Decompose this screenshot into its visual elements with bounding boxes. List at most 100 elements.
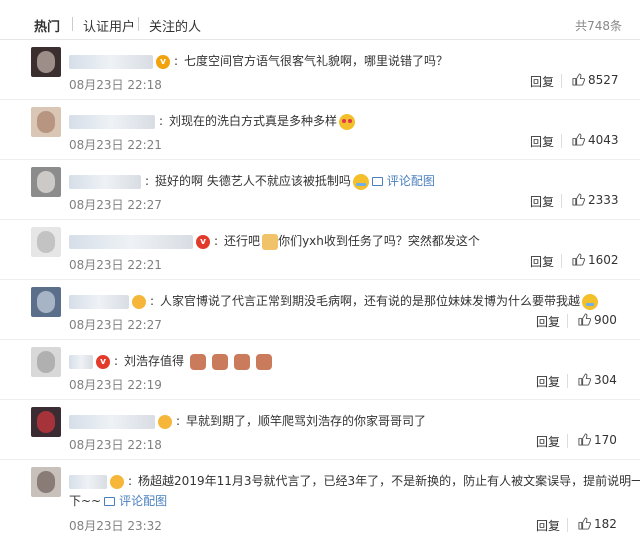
tab-hot[interactable]: 热门 <box>34 16 60 35</box>
reply-button[interactable]: 回复 <box>530 253 554 270</box>
action-divider <box>567 434 568 448</box>
tab-following[interactable]: 关注的人 <box>149 16 201 35</box>
avatar[interactable] <box>31 287 61 317</box>
comment-text: 七度空间官方语气很客气礼貌啊，哪里说错了吗？ <box>184 54 449 68</box>
comment-total-count: 共748条 <box>575 19 622 33</box>
action-divider <box>561 134 562 148</box>
like-button[interactable]: 1602 <box>572 253 619 267</box>
picture-icon <box>371 177 383 186</box>
comment-time: 08月23日 22:21 <box>69 138 162 152</box>
comment-text-continued: 下~~ <box>69 494 102 508</box>
comment-item: : 刘现在的洗白方式真是多种多样 08月23日 22:21 回复 4043 <box>0 100 640 160</box>
comment-time: 08月23日 22:18 <box>69 438 162 452</box>
emoji-icon <box>262 233 279 250</box>
comment-item: : 早就到期了，顺竿爬骂刘浩存的你家哥哥司了 08月23日 22:18 回复 17… <box>0 400 640 460</box>
reply-button[interactable]: 回复 <box>536 517 560 534</box>
comment-text: 杨超越2019年11月3号就代言了，已经3年了，不是新换的，防止有人被文案误导，… <box>138 474 640 488</box>
vip-badge-icon: v <box>96 354 110 369</box>
like-count: 182 <box>594 517 617 531</box>
reply-button[interactable]: 回复 <box>530 193 554 210</box>
action-divider <box>561 194 562 208</box>
tab-verified-users[interactable]: 认证用户 <box>83 16 135 35</box>
comment-text: 还行吧 <box>224 234 261 248</box>
comment-text: 挺好的啊 失德艺人不就应该被抵制吗 <box>155 174 351 188</box>
like-count: 304 <box>594 373 617 387</box>
action-divider <box>561 74 562 88</box>
comment-item: v: 还行吧 你们yxh收到任务了吗？突然都发这个 08月23日 22:21 回复 … <box>0 220 640 280</box>
like-button[interactable]: 8527 <box>572 73 619 87</box>
vip-badge-icon <box>132 294 146 309</box>
comment-time: 08月23日 23:32 <box>69 519 162 533</box>
reply-button[interactable]: 回复 <box>536 433 560 450</box>
avatar[interactable] <box>31 227 61 257</box>
avatar[interactable] <box>31 347 61 377</box>
avatar[interactable] <box>31 467 61 497</box>
emoji-icon <box>352 173 369 190</box>
like-button[interactable]: 170 <box>578 433 617 447</box>
username[interactable] <box>69 294 129 309</box>
comment-image-link[interactable]: 评论配图 <box>119 494 167 508</box>
comment-time: 08月23日 22:21 <box>69 258 162 272</box>
username[interactable] <box>69 54 153 69</box>
comment-tabs: 热门 认证用户 关注的人 共748条 <box>0 0 640 40</box>
tab-divider <box>138 17 139 31</box>
reply-button[interactable]: 回复 <box>530 133 554 150</box>
thumbs-up-icon <box>572 73 585 86</box>
action-divider <box>567 374 568 388</box>
picture-icon <box>104 497 116 506</box>
comment-text: 刘现在的洗白方式真是多种多样 <box>169 114 338 128</box>
username[interactable] <box>69 354 93 369</box>
comment-item: : 挺好的啊 失德艺人不就应该被抵制吗 评论配图 08月23日 22:27 回复 2… <box>0 160 640 220</box>
emoji-icon <box>190 353 207 370</box>
emoji-icon <box>212 353 229 370</box>
comment-time: 08月23日 22:18 <box>69 78 162 92</box>
vip-badge-icon <box>158 414 172 429</box>
comment-item: : 人家官博说了代言正常到期没毛病啊，还有说的是那位妹妹发博为什么要带我越 08月… <box>0 280 640 340</box>
thumbs-up-icon <box>578 517 591 530</box>
comment-image-link[interactable]: 评论配图 <box>387 174 435 188</box>
like-count: 1602 <box>588 253 619 267</box>
comment-text: 早就到期了，顺竿爬骂刘浩存的你家哥哥司了 <box>186 414 427 428</box>
thumbs-up-icon <box>572 193 585 206</box>
comment-item: v: 七度空间官方语气很客气礼貌啊，哪里说错了吗？ 08月23日 22:18 回复… <box>0 40 640 100</box>
reply-button[interactable]: 回复 <box>536 373 560 390</box>
emoji-icon <box>234 353 251 370</box>
like-count: 2333 <box>588 193 619 207</box>
tab-divider <box>72 17 73 31</box>
action-divider <box>567 518 568 532</box>
username[interactable] <box>69 114 155 129</box>
like-button[interactable]: 182 <box>578 517 617 531</box>
like-count: 4043 <box>588 133 619 147</box>
username[interactable] <box>69 174 141 189</box>
avatar[interactable] <box>31 167 61 197</box>
username[interactable] <box>69 414 155 429</box>
vip-badge-icon: v <box>196 234 210 249</box>
like-count: 900 <box>594 313 617 327</box>
thumbs-up-icon <box>572 133 585 146</box>
username[interactable] <box>69 474 107 489</box>
like-button[interactable]: 304 <box>578 373 617 387</box>
reply-button[interactable]: 回复 <box>536 313 560 330</box>
action-divider <box>567 314 568 328</box>
reply-button[interactable]: 回复 <box>530 73 554 90</box>
comment-item: v: 刘浩存值得 08月23日 22:19 回复 304 <box>0 340 640 400</box>
thumbs-up-icon <box>572 253 585 266</box>
comment-text: 人家官博说了代言正常到期没毛病啊，还有说的是那位妹妹发博为什么要带我越 <box>160 294 581 308</box>
like-button[interactable]: 900 <box>578 313 617 327</box>
comment-time: 08月23日 22:27 <box>69 198 162 212</box>
avatar[interactable] <box>31 47 61 77</box>
comment-text: 刘浩存值得 <box>124 354 185 368</box>
comment-time: 08月23日 22:19 <box>69 378 162 392</box>
emoji-icon <box>256 353 273 370</box>
comment-time: 08月23日 22:27 <box>69 318 162 332</box>
thumbs-up-icon <box>578 313 591 326</box>
action-divider <box>561 254 562 268</box>
emoji-icon <box>339 113 356 130</box>
avatar[interactable] <box>31 107 61 137</box>
like-button[interactable]: 4043 <box>572 133 619 147</box>
username[interactable] <box>69 234 193 249</box>
vip-badge-icon: v <box>156 54 170 69</box>
like-button[interactable]: 2333 <box>572 193 619 207</box>
avatar[interactable] <box>31 407 61 437</box>
like-count: 8527 <box>588 73 619 87</box>
